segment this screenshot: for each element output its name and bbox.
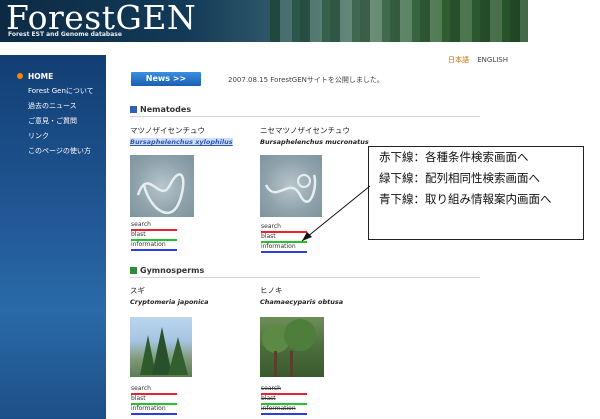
species-sci-name: Cryptomeria japonica <box>130 298 209 306</box>
callout-red-note: 赤下線：各種条件検索画面へ <box>379 150 529 164</box>
information-link[interactable]: information <box>261 243 307 253</box>
callout-green-note: 緑下線：配列相同性検索画面へ <box>379 171 540 185</box>
cypress-trees-image <box>262 319 316 377</box>
blast-link[interactable]: blast <box>131 231 177 241</box>
section-title: Nematodes <box>140 105 192 114</box>
sidebar-item-how-to-use[interactable]: このページの使い方 <box>0 144 106 159</box>
information-link[interactable]: information <box>131 241 177 251</box>
search-link[interactable]: search <box>261 223 307 233</box>
species-sci-name[interactable]: Bursaphelenchus xylophilus <box>130 138 233 146</box>
annotation-callout: 赤下線：各種条件検索画面へ 緑下線：配列相同性検索画面へ 青下線：取り組み情報案… <box>368 146 584 240</box>
information-link[interactable]: information <box>131 405 177 415</box>
section-divider <box>130 277 480 278</box>
cryptomeria-photo <box>130 317 192 377</box>
language-english-link[interactable]: ENGLISH <box>477 56 508 64</box>
header-banner: ForestGEN Forest EST and Genome database <box>0 0 528 42</box>
species-sci-name: Bursaphelenchus mucronatus <box>260 138 369 146</box>
species-sci-name: Chamaecyparis obtusa <box>260 298 344 306</box>
species-jp-name: マツノザイセンチュウ <box>130 126 205 135</box>
sidebar-nav: HOME Forest Genについて 過去のニュース ご意見・ご質問 リンク … <box>0 55 106 159</box>
search-link[interactable]: search <box>261 385 307 395</box>
cedar-trees-image <box>140 327 188 375</box>
species-links: search blast information <box>131 221 177 251</box>
news-button[interactable]: News >> <box>131 72 201 86</box>
sidebar: HOME Forest Genについて 過去のニュース ご意見・ご質問 リンク … <box>0 55 106 419</box>
sidebar-item-past-news[interactable]: 過去のニュース <box>0 99 106 114</box>
site-tagline: Forest EST and Genome database <box>8 31 122 38</box>
species-jp-name: スギ <box>130 286 145 295</box>
news-item: 2007.08.15 ForestGENサイトを公開しました。 <box>228 76 384 84</box>
section-title: Gymnosperms <box>140 266 205 275</box>
blast-link[interactable]: blast <box>131 395 177 405</box>
chamaecyparis-photo <box>260 317 324 377</box>
species-links: search blast information <box>261 223 307 253</box>
callout-blue-note: 青下線：取り組み情報案内画面へ <box>379 192 552 206</box>
section-heading-gymnosperms: Gymnosperms <box>130 266 204 275</box>
nematode-image <box>264 174 317 203</box>
information-link[interactable]: information <box>261 405 307 415</box>
nematode-photo <box>260 155 322 217</box>
species-links: search blast information <box>131 385 177 415</box>
nematode-image <box>136 173 185 215</box>
nematode-photo <box>130 155 194 217</box>
sidebar-item-feedback[interactable]: ご意見・ご質問 <box>0 114 106 129</box>
language-switcher: 日本語 ENGLISH <box>448 55 508 65</box>
blast-link[interactable]: blast <box>261 233 307 243</box>
sidebar-item-home[interactable]: HOME <box>0 69 106 84</box>
section-bullet-icon <box>130 267 137 274</box>
language-japanese-link[interactable]: 日本語 <box>448 56 469 64</box>
search-link[interactable]: search <box>131 385 177 395</box>
species-links: search blast information <box>261 385 307 415</box>
section-bullet-icon <box>130 106 137 113</box>
species-jp-name: ニセマツノザイセンチュウ <box>260 126 350 135</box>
forest-banner-image <box>270 0 528 42</box>
species-jp-name: ヒノキ <box>260 286 283 295</box>
section-divider <box>130 116 480 117</box>
blast-link[interactable]: blast <box>261 395 307 405</box>
section-heading-nematodes: Nematodes <box>130 105 191 114</box>
sidebar-item-links[interactable]: リンク <box>0 129 106 144</box>
search-link[interactable]: search <box>131 221 177 231</box>
sidebar-item-about[interactable]: Forest Genについて <box>0 84 106 99</box>
